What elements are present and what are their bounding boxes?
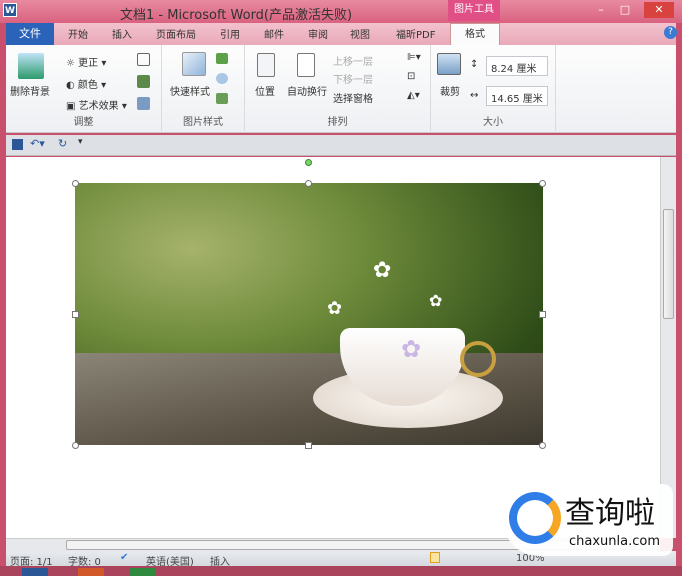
rotate-icon[interactable]: ◭▾ (407, 90, 420, 101)
cup-handle (460, 341, 496, 377)
resize-handle[interactable] (72, 442, 79, 449)
group-label-size: 大小 (483, 117, 503, 128)
title-bar: W 文档1 - Microsoft Word(产品激活失败) 图片工具 – □ … (0, 0, 682, 23)
close-button[interactable]: ✕ (644, 2, 674, 18)
tab-insert[interactable]: 插入 (112, 26, 132, 41)
taskbar-word-icon[interactable] (22, 568, 48, 576)
taskbar-excel-icon[interactable] (130, 568, 156, 576)
tab-mailings[interactable]: 邮件 (264, 26, 284, 41)
height-input[interactable]: 8.24 厘米 (486, 56, 548, 76)
tab-format[interactable]: 格式 (450, 23, 500, 46)
tab-home[interactable]: 开始 (68, 26, 88, 41)
scroll-thumb[interactable] (663, 209, 674, 319)
remove-background-button[interactable]: 删除背景 (10, 83, 50, 98)
reset-picture-icon[interactable] (137, 97, 150, 110)
align-icon[interactable]: ⊫▾ (407, 52, 421, 63)
picture-effects-icon[interactable] (216, 73, 228, 84)
position-icon (257, 53, 275, 77)
resize-handle[interactable] (72, 311, 79, 318)
taskbar-powerpoint-icon[interactable] (78, 568, 104, 576)
flower: ✿ (401, 335, 422, 363)
tab-file[interactable]: 文件 (6, 23, 54, 45)
group-adjust: 删除背景 ☼ 更正 ▾ ◐ 颜色 ▾ ▣ 艺术效果 ▾ 调整 (6, 45, 162, 131)
artistic-effects-button[interactable]: ▣ 艺术效果 ▾ (66, 97, 127, 112)
flower: ✿ (373, 258, 392, 283)
tab-review[interactable]: 审阅 (308, 26, 328, 41)
group-label-arrange: 排列 (327, 117, 348, 128)
word-app-icon[interactable]: W (3, 3, 17, 17)
watermark-url: chaxunla.com (569, 534, 660, 549)
undo-icon[interactable]: ↶▾ (30, 137, 45, 150)
picture-tools-context: 图片工具 (448, 0, 500, 21)
tab-references[interactable]: 引用 (220, 26, 240, 41)
proofing-icon[interactable]: ✔ (120, 552, 128, 563)
quick-access-toolbar: ↶▾ ↻ ▾ (6, 135, 676, 156)
maximize-button[interactable]: □ (614, 2, 636, 18)
quick-styles-button[interactable]: 快速样式 (170, 83, 210, 98)
taskbar (0, 566, 682, 576)
vertical-scrollbar[interactable] (660, 157, 676, 538)
color-button[interactable]: ◐ 颜色 ▾ (66, 76, 106, 91)
customize-qat-icon[interactable]: ▾ (78, 137, 83, 147)
width-input[interactable]: 14.65 厘米 (486, 86, 548, 106)
resize-handle[interactable] (305, 180, 312, 187)
tab-foxit-pdf[interactable]: 福昕PDF (396, 26, 435, 41)
flower: ✿ (327, 298, 343, 319)
group-picture-styles: 快速样式 图片样式 (162, 45, 245, 131)
group-label-adjust: 调整 (73, 117, 94, 128)
help-icon[interactable]: ? (664, 26, 677, 39)
picture-border-icon[interactable] (216, 53, 228, 64)
picture-layout-icon[interactable] (216, 93, 228, 104)
save-icon[interactable] (12, 139, 23, 150)
bring-forward-button[interactable]: 上移一层 (333, 53, 373, 68)
position-button[interactable]: 位置 (255, 83, 275, 98)
remove-background-icon (18, 53, 44, 79)
change-picture-icon[interactable] (137, 75, 150, 88)
ribbon-tabs: 文件 开始 插入 页面布局 引用 邮件 审阅 视图 福昕PDF 格式 ? (6, 23, 677, 46)
resize-handle[interactable] (539, 442, 546, 449)
watermark-name: 查询啦 (565, 496, 655, 531)
artistic-label: 艺术效果 (78, 101, 119, 112)
watermark-logo: 查询啦 chaxunla.com (503, 484, 673, 556)
ribbon: 删除背景 ☼ 更正 ▾ ◐ 颜色 ▾ ▣ 艺术效果 ▾ 调整 快速样式 图片样式… (6, 45, 676, 133)
inserted-picture[interactable]: ✿ ✿ ✿ ✿ (75, 183, 543, 445)
group-label-picture-styles: 图片样式 (183, 117, 223, 128)
crop-icon (437, 53, 461, 75)
flower: ✿ (429, 291, 443, 310)
minimize-button[interactable]: – (590, 2, 612, 18)
wrap-text-button[interactable]: 自动换行 (287, 83, 327, 98)
width-icon: ↔ (470, 90, 479, 101)
color-label: 颜色 (77, 80, 98, 91)
group-icon[interactable]: ⊡ (407, 71, 415, 82)
wrap-text-icon (297, 53, 315, 77)
print-layout-icon[interactable] (430, 552, 440, 563)
compress-pictures-icon[interactable] (137, 53, 150, 66)
tab-page-layout[interactable]: 页面布局 (156, 26, 196, 41)
logo-q-icon (509, 492, 561, 544)
rotate-handle[interactable] (305, 159, 312, 166)
crop-button[interactable]: 裁剪 (440, 83, 460, 98)
corrections-button[interactable]: ☼ 更正 ▾ (66, 54, 106, 69)
resize-handle[interactable] (539, 311, 546, 318)
tab-view[interactable]: 视图 (350, 26, 370, 41)
resize-handle[interactable] (72, 180, 79, 187)
resize-handle[interactable] (539, 180, 546, 187)
selection-pane-button[interactable]: 选择窗格 (333, 90, 373, 105)
window-title: 文档1 - Microsoft Word(产品激活失败) (120, 8, 353, 23)
group-arrange: 位置 自动换行 上移一层 下移一层 选择窗格 ⊫▾ ⊡ ◭▾ 排列 (245, 45, 431, 131)
quick-styles-icon (182, 52, 206, 76)
redo-icon[interactable]: ↻ (58, 137, 67, 150)
corrections-label: 更正 (78, 58, 99, 69)
send-backward-button[interactable]: 下移一层 (333, 71, 373, 86)
group-size: 裁剪 ↕ 8.24 厘米 ↔ 14.65 厘米 大小 (431, 45, 556, 131)
resize-handle[interactable] (305, 442, 312, 449)
height-icon: ↕ (470, 59, 479, 70)
